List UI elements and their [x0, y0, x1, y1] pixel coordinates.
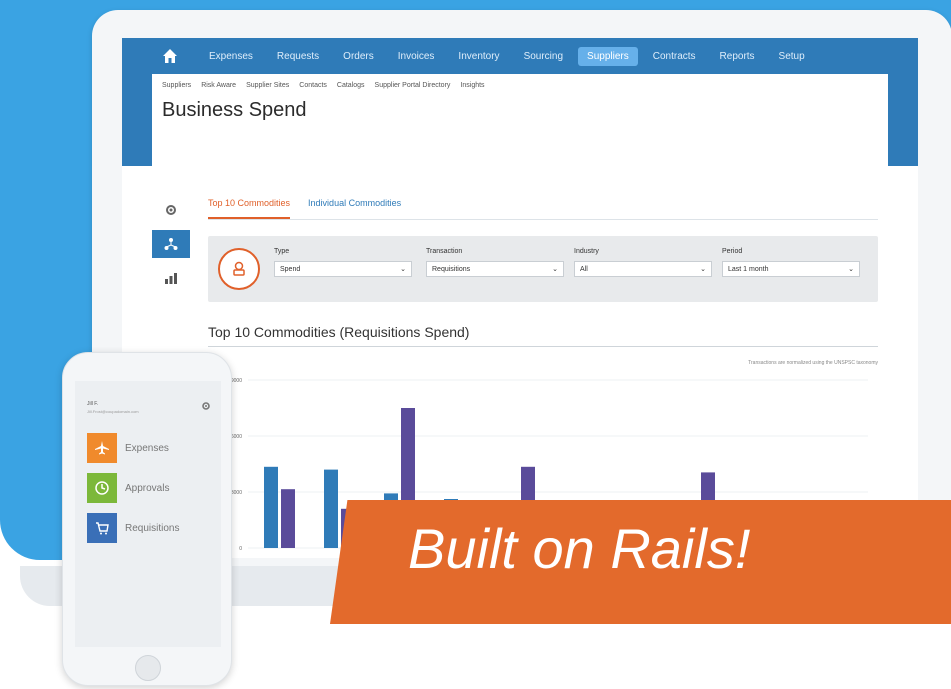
content-card: Suppliers Risk Aware Supplier Sites Cont… [152, 74, 888, 558]
side-network-button[interactable] [152, 230, 190, 258]
filter-industry: Industry All ⌄ [574, 248, 712, 277]
nav-reports[interactable]: Reports [711, 47, 764, 66]
filter-transaction-value: Requisitions [432, 265, 471, 273]
chevron-down-icon: ⌄ [848, 266, 854, 273]
phone-frame: Jill F. Jill.Frost@coupadomain.com Expen… [62, 352, 232, 686]
filter-bar: Type Spend ⌄ Transaction Requisitions ⌄ … [208, 236, 878, 302]
banner-text: Built on Rails! [408, 517, 751, 580]
nav-orders[interactable]: Orders [334, 47, 383, 66]
y-tick-label: 6000 [231, 434, 242, 440]
tab-strip: Top 10 Commodities Individual Commoditie… [208, 198, 878, 220]
phone-item-requisitions[interactable]: Requisitions [87, 513, 212, 543]
cart-icon [87, 513, 117, 543]
subnav-catalogs[interactable]: Catalogs [337, 82, 365, 89]
filter-industry-label: Industry [574, 248, 599, 255]
gear-icon [166, 205, 176, 215]
phone-screen: Jill F. Jill.Frost@coupadomain.com Expen… [75, 381, 221, 647]
phone-user-name: Jill F. [87, 401, 99, 407]
nav-sourcing[interactable]: Sourcing [515, 47, 572, 66]
bar-chart-icon [165, 273, 177, 284]
subnav-risk-aware[interactable]: Risk Aware [201, 82, 236, 89]
subnav-supplier-portal-directory[interactable]: Supplier Portal Directory [375, 82, 451, 89]
nav-contracts[interactable]: Contracts [644, 47, 705, 66]
home-icon[interactable] [162, 48, 178, 64]
chart-title: Top 10 Commodities (Requisitions Spend) [208, 324, 878, 347]
filter-transaction: Transaction Requisitions ⌄ [426, 248, 564, 277]
clock-icon [87, 473, 117, 503]
chevron-down-icon: ⌄ [400, 266, 406, 273]
chart-bar[interactable] [264, 466, 278, 548]
chevron-down-icon: ⌄ [552, 266, 558, 273]
subnav-supplier-sites[interactable]: Supplier Sites [246, 82, 289, 89]
chart-bar[interactable] [324, 469, 338, 548]
filter-industry-value: All [580, 265, 588, 273]
chevron-down-icon: ⌄ [700, 266, 706, 273]
tab-individual-commodities[interactable]: Individual Commodities [308, 198, 401, 219]
y-tick-label: 9000 [231, 378, 242, 384]
filter-period-label: Period [722, 248, 743, 255]
laptop-screen: Expenses Requests Orders Invoices Invent… [122, 38, 918, 558]
nav-inventory[interactable]: Inventory [449, 47, 508, 66]
side-chart-button[interactable] [152, 264, 190, 292]
phone-item-label: Requisitions [125, 522, 180, 534]
phone-item-label: Expenses [125, 442, 169, 454]
gear-icon[interactable] [201, 401, 211, 411]
filter-type-select[interactable]: Spend ⌄ [274, 261, 412, 277]
phone-item-label: Approvals [125, 482, 170, 494]
commodity-icon [233, 261, 245, 276]
tab-top-10-commodities[interactable]: Top 10 Commodities [208, 198, 291, 219]
nav-invoices[interactable]: Invoices [389, 47, 444, 66]
top-nav: Expenses Requests Orders Invoices Invent… [122, 38, 918, 74]
phone-item-approvals[interactable]: Approvals [87, 473, 212, 503]
filter-type-label: Type [274, 248, 290, 255]
subnav-suppliers[interactable]: Suppliers [162, 82, 191, 89]
y-tick-label: 0 [239, 546, 242, 552]
phone-item-expenses[interactable]: Expenses [87, 433, 212, 463]
nav-requests[interactable]: Requests [268, 47, 328, 66]
filter-type-value: Spend [280, 265, 301, 273]
chart-note: Transactions are normalized using the UN… [748, 360, 878, 366]
phone-user-email: Jill.Frost@coupadomain.com [87, 409, 139, 414]
filter-transaction-label: Transaction [426, 248, 463, 255]
chart-bar[interactable] [281, 489, 295, 548]
subnav-insights[interactable]: Insights [460, 82, 484, 89]
airplane-icon [87, 433, 117, 463]
page-title: Business Spend [162, 99, 307, 121]
commodity-badge [218, 248, 260, 290]
nav-expenses[interactable]: Expenses [200, 47, 262, 66]
filter-period: Period Last 1 month ⌄ [722, 248, 860, 277]
filter-period-value: Last 1 month [728, 265, 769, 273]
filter-transaction-select[interactable]: Requisitions ⌄ [426, 261, 564, 277]
nav-setup[interactable]: Setup [770, 47, 814, 66]
sub-nav: Suppliers Risk Aware Supplier Sites Cont… [152, 74, 888, 89]
y-tick-label: 3000 [231, 490, 242, 496]
filter-type: Type Spend ⌄ [274, 248, 412, 277]
network-icon [164, 238, 178, 250]
side-icon-bar [152, 196, 190, 292]
side-gear-button[interactable] [152, 196, 190, 224]
nav-suppliers[interactable]: Suppliers [578, 46, 638, 66]
filter-industry-select[interactable]: All ⌄ [574, 261, 712, 277]
filter-period-select[interactable]: Last 1 month ⌄ [722, 261, 860, 277]
subnav-contacts[interactable]: Contacts [299, 82, 327, 89]
phone-home-button[interactable] [135, 655, 161, 681]
